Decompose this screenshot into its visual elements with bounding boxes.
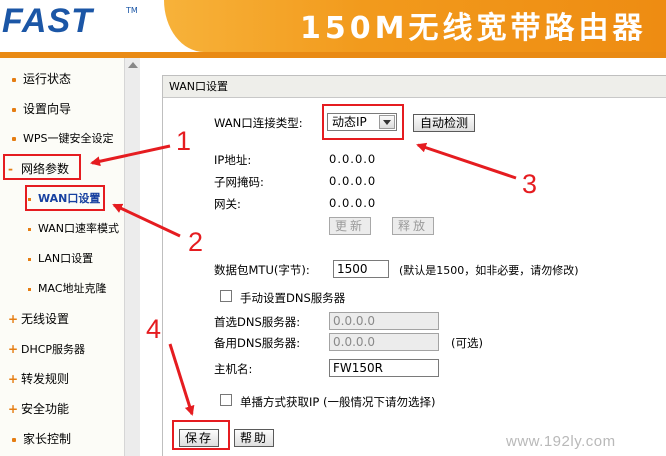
expand-icon: + <box>8 402 19 416</box>
wan-settings-panel: WAN口设置 WAN口连接类型: 动态IP 自动检测 IP地址: 0.0.0.0… <box>162 75 666 456</box>
mask-value: 0.0.0.0 <box>329 174 377 188</box>
primary-dns-input[interactable]: 0.0.0.0 <box>329 312 439 330</box>
annotation-box-network <box>3 154 81 180</box>
manual-dns-label: 手动设置DNS服务器 <box>240 291 346 305</box>
release-button[interactable]: 释放 <box>392 217 434 235</box>
sidebar-item-mac-clone[interactable]: MAC地址克隆 <box>28 278 107 300</box>
annotation-box-save <box>172 420 230 450</box>
expand-icon: + <box>8 312 19 326</box>
annotation-number-2: 2 <box>188 227 204 257</box>
help-button[interactable]: 帮助 <box>234 429 274 447</box>
frame-scrollbar[interactable] <box>124 58 140 456</box>
bullet-icon <box>28 257 31 261</box>
sidebar-item-label: 家长控制 <box>23 432 72 446</box>
secondary-dns-label: 备用DNS服务器: <box>214 336 301 350</box>
bullet-icon <box>12 137 16 141</box>
gateway-value: 0.0.0.0 <box>329 196 377 210</box>
annotation-box-wan <box>25 185 105 211</box>
sidebar-item-label: 转发规则 <box>21 372 70 386</box>
sidebar-item-label: MAC地址克隆 <box>38 282 107 295</box>
expand-icon: + <box>8 342 19 356</box>
sidebar-item-wizard[interactable]: 设置向导 <box>12 98 71 120</box>
sidebar-nav: 运行状态 设置向导 WPS一键安全设定 - 网络参数 WAN口设置 WAN口速率模… <box>0 58 124 456</box>
product-title: 150M无线宽带路由器 <box>300 11 647 46</box>
bullet-icon <box>28 227 31 231</box>
sidebar-item-label: DHCP服务器 <box>21 343 86 356</box>
panel-title: WAN口设置 <box>163 76 666 98</box>
bullet-icon <box>12 77 16 82</box>
mtu-input[interactable]: 1500 <box>333 260 389 278</box>
sidebar-item-label: WAN口速率模式 <box>38 222 120 235</box>
sidebar-item-wireless[interactable]: + 无线设置 <box>8 308 69 330</box>
annotation-number-3: 3 <box>522 169 538 199</box>
sidebar-item-label: WPS一键安全设定 <box>23 132 114 145</box>
scroll-up-arrow-icon[interactable] <box>128 62 138 68</box>
bullet-icon <box>12 437 16 442</box>
sidebar-item-dhcp[interactable]: + DHCP服务器 <box>8 338 85 360</box>
sidebar-item-label: LAN口设置 <box>38 252 94 265</box>
router-admin-page: FAST TM 150M无线宽带路由器 运行状态 设置向导 WPS一键安全设定 … <box>0 0 666 456</box>
bullet-icon <box>28 287 31 291</box>
trademark-mark: TM <box>126 6 138 15</box>
annotation-box-conn-type <box>322 104 404 140</box>
renew-button[interactable]: 更新 <box>329 217 371 235</box>
sidebar-item-forwarding[interactable]: + 转发规则 <box>8 368 69 390</box>
sidebar-item-lan[interactable]: LAN口设置 <box>28 248 93 270</box>
conn-type-label: WAN口连接类型: <box>214 116 303 130</box>
ip-label: IP地址: <box>214 153 252 167</box>
sidebar-item-wps[interactable]: WPS一键安全设定 <box>12 128 114 150</box>
secondary-dns-hint: (可选) <box>451 336 483 350</box>
sidebar-item-label: 设置向导 <box>23 102 72 116</box>
manual-dns-checkbox[interactable] <box>220 290 232 302</box>
hostname-input[interactable]: FW150R <box>329 359 439 377</box>
sidebar-item-parental[interactable]: 家长控制 <box>12 428 71 450</box>
mtu-label: 数据包MTU(字节): <box>214 263 310 277</box>
bullet-icon <box>12 107 16 112</box>
secondary-dns-input[interactable]: 0.0.0.0 <box>329 333 439 351</box>
unicast-checkbox[interactable] <box>220 394 232 406</box>
sidebar-item-status[interactable]: 运行状态 <box>12 68 71 90</box>
gateway-label: 网关: <box>214 197 241 211</box>
annotation-number-4: 4 <box>146 314 162 344</box>
primary-dns-label: 首选DNS服务器: <box>214 315 301 329</box>
fast-logo: FAST <box>2 2 93 40</box>
sidebar-item-label: 无线设置 <box>21 312 70 326</box>
sidebar-item-label: 安全功能 <box>21 402 70 416</box>
mask-label: 子网掩码: <box>214 175 264 189</box>
sidebar-item-label: 运行状态 <box>23 72 72 86</box>
header: FAST TM 150M无线宽带路由器 <box>0 0 666 52</box>
sidebar-item-security[interactable]: + 安全功能 <box>8 398 69 420</box>
expand-icon: + <box>8 372 19 386</box>
sidebar-item-wan-speed[interactable]: WAN口速率模式 <box>28 218 119 240</box>
ip-value: 0.0.0.0 <box>329 152 377 166</box>
mtu-hint: (默认是1500，如非必要，请勿修改) <box>399 264 579 277</box>
annotation-number-1: 1 <box>176 126 192 156</box>
hostname-label: 主机名: <box>214 362 253 376</box>
watermark: www.192ly.com <box>506 433 616 450</box>
unicast-label: 单播方式获取IP (一般情况下请勿选择) <box>240 395 436 409</box>
auto-detect-button[interactable]: 自动检测 <box>413 114 475 132</box>
